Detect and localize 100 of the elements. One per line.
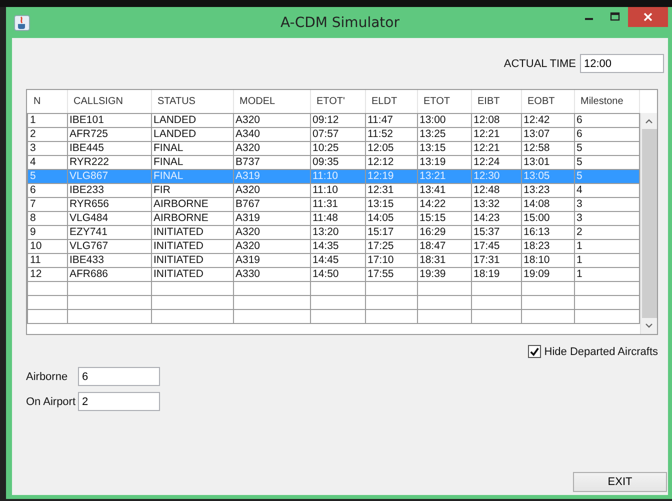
table-cell: 11:31 [310, 197, 365, 211]
table-cell: 1 [574, 253, 640, 267]
table-cell: RYR656 [67, 197, 151, 211]
column-header[interactable]: EOBT [521, 90, 574, 113]
column-header[interactable]: EIBT [471, 90, 521, 113]
table-cell: 12:30 [471, 169, 521, 183]
table-cell: 17:55 [365, 267, 417, 281]
table-cell: 13:20 [310, 225, 365, 239]
counter-field[interactable]: 6 [78, 367, 160, 386]
table-cell: 2 [574, 225, 640, 239]
table-row[interactable]: 2 AFR725 LANDED A340 07:57 11:52 13:25 12:21 13:07 6 [28, 127, 640, 141]
table-row[interactable]: 8 VLG484 AIRBORNE A319 11:48 14:05 15:15 14:23 15:00 3 [28, 211, 640, 225]
table-cell: INITIATED [151, 225, 233, 239]
table-cell: 13:15 [365, 197, 417, 211]
table-cell: 09:12 [310, 113, 365, 127]
table-cell: 15:15 [417, 211, 471, 225]
table-cell: B737 [233, 155, 310, 169]
table-cell: 11:10 [310, 183, 365, 197]
table-cell: VLG867 [67, 169, 151, 183]
table-cell: 3 [28, 141, 67, 155]
table-cell: 12:08 [471, 113, 521, 127]
table-cell: 18:31 [417, 253, 471, 267]
table-row[interactable]: 6 IBE233 FIR A320 11:10 12:31 13:41 12:48 13:23 4 [28, 183, 640, 197]
table-cell: 09:35 [310, 155, 365, 169]
table-cell: IBE233 [67, 183, 151, 197]
close-button[interactable] [628, 7, 668, 27]
table-cell: 14:50 [310, 267, 365, 281]
table-cell: 13:32 [471, 197, 521, 211]
table-row[interactable]: 4 RYR222 FINAL B737 09:35 12:12 13:19 12:24 13:01 5 [28, 155, 640, 169]
table-cell: A319 [233, 169, 310, 183]
scrollbar[interactable] [640, 113, 657, 334]
table-cell: INITIATED [151, 267, 233, 281]
table-cell: 12:19 [365, 169, 417, 183]
table-cell: 14:05 [365, 211, 417, 225]
table-cell: EZY741 [67, 225, 151, 239]
column-header[interactable]: ELDT [365, 90, 417, 113]
table-cell: 07:57 [310, 127, 365, 141]
table-cell: 15:37 [471, 225, 521, 239]
actual-time-field[interactable]: 12:00 [580, 54, 664, 73]
table-cell: 12:21 [471, 127, 521, 141]
table-cell: 1 [574, 267, 640, 281]
table-cell: A320 [233, 113, 310, 127]
table-cell: A330 [233, 267, 310, 281]
exit-button[interactable]: EXIT [573, 472, 667, 492]
checkbox[interactable] [528, 345, 542, 358]
table-cell: 19:39 [417, 267, 471, 281]
table-cell: A319 [233, 211, 310, 225]
scroll-up-icon[interactable] [645, 118, 653, 124]
table-cell: A320 [233, 225, 310, 239]
table-cell: 15:00 [521, 211, 574, 225]
column-header[interactable]: Milestone [574, 90, 640, 113]
table-cell: 3 [574, 197, 640, 211]
table-cell: VLG767 [67, 239, 151, 253]
window-title: A-CDM Simulator [280, 14, 400, 30]
counter-label: Airborne [26, 370, 69, 382]
counter-field[interactable]: 2 [78, 392, 160, 411]
table-cell: 18:23 [521, 239, 574, 253]
table-cell: 5 [574, 141, 640, 155]
table-cell: AFR686 [67, 267, 151, 281]
cup-icon [14, 14, 30, 30]
table-cell: 12:31 [365, 183, 417, 197]
table-cell: 11:10 [310, 169, 365, 183]
table-cell: 5 [574, 169, 640, 183]
table-cell: LANDED [151, 113, 233, 127]
scroll-down-icon[interactable] [645, 323, 653, 329]
table-cell: FINAL [151, 155, 233, 169]
table-cell: 6 [574, 127, 640, 141]
counter-label: On Airport [26, 396, 74, 408]
table-cell: 16:13 [521, 225, 574, 239]
table-cell: 14:45 [310, 253, 365, 267]
table-cell: 11:47 [365, 113, 417, 127]
column-header[interactable]: CALLSIGN [67, 90, 151, 113]
column-header[interactable]: ETOT [417, 90, 471, 113]
table-cell: IBE433 [67, 253, 151, 267]
table-cell: 10:25 [310, 141, 365, 155]
column-header[interactable]: STATUS [151, 90, 233, 113]
table-cell: 1 [574, 239, 640, 253]
table-row[interactable]: 12 AFR686 INITIATED A330 14:50 17:55 19:39 18:19 19:09 1 [28, 267, 640, 281]
table-cell: VLG484 [67, 211, 151, 225]
table-row[interactable]: 10 VLG767 INITIATED A320 14:35 17:25 18:47 17:45 18:23 1 [28, 239, 640, 253]
checkbox-label[interactable]: Hide Departed Aircrafts [544, 346, 658, 358]
table-cell: 17:31 [471, 253, 521, 267]
table-cell: 13:23 [521, 183, 574, 197]
table-cell: 15:17 [365, 225, 417, 239]
table-cell: 18:19 [471, 267, 521, 281]
table-cell: 12:24 [471, 155, 521, 169]
column-header[interactable]: MODEL [233, 90, 310, 113]
table-cell: 12:58 [521, 141, 574, 155]
scrollbar-thumb[interactable] [642, 129, 656, 318]
table-cell: 9 [28, 225, 67, 239]
table-cell: A320 [233, 239, 310, 253]
table-row[interactable]: 1 IBE101 LANDED A320 09:12 11:47 13:00 12:08 12:42 6 [28, 113, 640, 127]
table-cell: 17:45 [471, 239, 521, 253]
table-cell: AFR725 [67, 127, 151, 141]
column-header[interactable]: N [28, 90, 67, 113]
table-row[interactable]: 9 EZY741 INITIATED A320 13:20 15:17 16:29 15:37 16:13 2 [28, 225, 640, 239]
table-row[interactable]: 11 IBE433 INITIATED A319 14:45 17:10 18:31 17:31 18:10 1 [28, 253, 640, 267]
table-row[interactable]: 7 RYR656 AIRBORNE B767 11:31 13:15 14:22 13:32 14:08 3 [28, 197, 640, 211]
table-row[interactable]: 3 IBE445 FINAL A320 10:25 12:05 13:15 12:21 12:58 5 [28, 141, 640, 155]
column-header[interactable]: ETOT' [310, 90, 365, 113]
